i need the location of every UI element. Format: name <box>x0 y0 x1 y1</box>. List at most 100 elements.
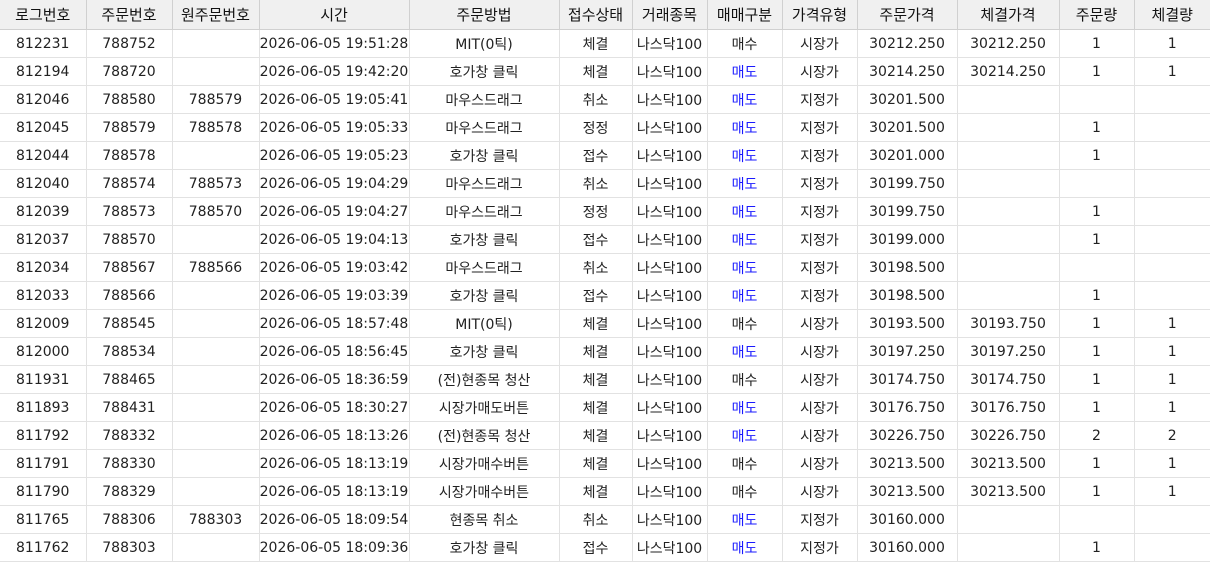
header-row: 로그번호 주문번호 원주문번호 시간 주문방법 접수상태 거래종목 매매구분 가격유형 주문가격 체… <box>0 0 1210 30</box>
column-header-side[interactable]: 매매구분 <box>707 0 783 30</box>
cell-receipt-status: 접수 <box>559 225 633 254</box>
cell-receipt-status: 취소 <box>559 169 633 198</box>
table-row[interactable]: 811762 788303 2026-06-05 18:09:36 호가창 클릭 접수 나… <box>0 533 1210 562</box>
cell-order-qty <box>1059 253 1135 282</box>
cell-order-price: 30213.500 <box>857 477 958 506</box>
column-header-fill-price[interactable]: 체결가격 <box>957 0 1060 30</box>
column-header-order-qty[interactable]: 주문량 <box>1059 0 1135 30</box>
cell-time: 2026-06-05 19:05:41 <box>259 85 410 114</box>
cell-time: 2026-06-05 19:42:20 <box>259 57 410 86</box>
cell-log-no: 812194 <box>0 57 87 86</box>
cell-order-qty <box>1059 169 1135 198</box>
cell-side: 매수 <box>707 309 783 338</box>
cell-side: 매수 <box>707 365 783 394</box>
cell-order-no: 788579 <box>86 113 173 142</box>
cell-orig-order-no <box>172 29 260 58</box>
cell-price-type: 지정가 <box>782 85 858 114</box>
table-row[interactable]: 811765 788306 788303 2026-06-05 18:09:54 현종목… <box>0 505 1210 534</box>
cell-time: 2026-06-05 18:13:19 <box>259 477 410 506</box>
table-row[interactable]: 812000 788534 2026-06-05 18:56:45 호가창 클릭 체결 나… <box>0 337 1210 366</box>
cell-orig-order-no <box>172 421 260 450</box>
cell-symbol: 나스닥100 <box>632 505 708 534</box>
cell-time: 2026-06-05 18:13:19 <box>259 449 410 478</box>
column-header-symbol[interactable]: 거래종목 <box>632 0 708 30</box>
cell-log-no: 812000 <box>0 337 87 366</box>
table-row[interactable]: 811791 788330 2026-06-05 18:13:19 시장가매수버튼 체결… <box>0 449 1210 478</box>
cell-symbol: 나스닥100 <box>632 421 708 450</box>
cell-log-no: 812040 <box>0 169 87 198</box>
cell-side: 매도 <box>707 225 783 254</box>
cell-log-no: 811792 <box>0 421 87 450</box>
table-row[interactable]: 812194 788720 2026-06-05 19:42:20 호가창 클릭 체결 나… <box>0 57 1210 86</box>
cell-order-price: 30201.500 <box>857 113 958 142</box>
cell-log-no: 812033 <box>0 281 87 310</box>
cell-order-price: 30226.750 <box>857 421 958 450</box>
cell-order-no: 788566 <box>86 281 173 310</box>
cell-orig-order-no <box>172 337 260 366</box>
cell-fill-price: 30213.500 <box>957 477 1060 506</box>
cell-symbol: 나스닥100 <box>632 169 708 198</box>
cell-order-no: 788567 <box>86 253 173 282</box>
cell-order-method: MIT(0틱) <box>409 309 560 338</box>
cell-fill-qty <box>1134 225 1210 254</box>
cell-side: 매도 <box>707 393 783 422</box>
cell-symbol: 나스닥100 <box>632 533 708 562</box>
table-row[interactable]: 811931 788465 2026-06-05 18:36:59 (전)현종목 청산… <box>0 365 1210 394</box>
column-header-order-no[interactable]: 주문번호 <box>86 0 173 30</box>
table-row[interactable]: 812033 788566 2026-06-05 19:03:39 호가창 클릭 접수 나… <box>0 281 1210 310</box>
column-header-orig-order-no[interactable]: 원주문번호 <box>172 0 260 30</box>
cell-order-qty <box>1059 505 1135 534</box>
cell-price-type: 시장가 <box>782 57 858 86</box>
column-header-order-method[interactable]: 주문방법 <box>409 0 560 30</box>
column-header-log-no[interactable]: 로그번호 <box>0 0 87 30</box>
cell-order-qty: 1 <box>1059 197 1135 226</box>
cell-price-type: 시장가 <box>782 421 858 450</box>
table-row[interactable]: 811792 788332 2026-06-05 18:13:26 (전)현종목 청산… <box>0 421 1210 450</box>
cell-price-type: 시장가 <box>782 449 858 478</box>
column-header-order-price[interactable]: 주문가격 <box>857 0 958 30</box>
cell-order-method: (전)현종목 청산 <box>409 365 560 394</box>
table-row[interactable]: 812231 788752 2026-06-05 19:51:28 MIT(0틱) 체결… <box>0 29 1210 58</box>
cell-side: 매도 <box>707 169 783 198</box>
cell-price-type: 시장가 <box>782 365 858 394</box>
table-row[interactable]: 812046 788580 788579 2026-06-05 19:05:41 마우스… <box>0 85 1210 114</box>
column-header-fill-qty[interactable]: 체결량 <box>1134 0 1210 30</box>
cell-orig-order-no: 788303 <box>172 505 260 534</box>
table-row[interactable]: 812037 788570 2026-06-05 19:04:13 호가창 클릭 접수 나… <box>0 225 1210 254</box>
column-header-price-type[interactable]: 가격유형 <box>782 0 858 30</box>
cell-order-price: 30198.500 <box>857 253 958 282</box>
table-row[interactable]: 812040 788574 788573 2026-06-05 19:04:29 마우스… <box>0 169 1210 198</box>
cell-log-no: 811893 <box>0 393 87 422</box>
table-row[interactable]: 812039 788573 788570 2026-06-05 19:04:27 마우스… <box>0 197 1210 226</box>
cell-fill-price <box>957 85 1060 114</box>
table-row[interactable]: 812034 788567 788566 2026-06-05 19:03:42 마우스… <box>0 253 1210 282</box>
cell-receipt-status: 취소 <box>559 505 633 534</box>
cell-fill-price <box>957 533 1060 562</box>
cell-orig-order-no <box>172 477 260 506</box>
cell-order-method: 호가창 클릭 <box>409 337 560 366</box>
cell-order-method: 시장가매도버튼 <box>409 393 560 422</box>
cell-fill-price: 30213.500 <box>957 449 1060 478</box>
column-header-time[interactable]: 시간 <box>259 0 410 30</box>
cell-order-method: 시장가매수버튼 <box>409 477 560 506</box>
cell-side: 매수 <box>707 477 783 506</box>
cell-order-method: 호가창 클릭 <box>409 141 560 170</box>
cell-time: 2026-06-05 19:04:27 <box>259 197 410 226</box>
cell-receipt-status: 체결 <box>559 421 633 450</box>
cell-fill-price: 30214.250 <box>957 57 1060 86</box>
cell-symbol: 나스닥100 <box>632 337 708 366</box>
table-row[interactable]: 812045 788579 788578 2026-06-05 19:05:33 마우스… <box>0 113 1210 142</box>
table-row[interactable]: 811790 788329 2026-06-05 18:13:19 시장가매수버튼 체결… <box>0 477 1210 506</box>
cell-price-type: 지정가 <box>782 141 858 170</box>
cell-price-type: 시장가 <box>782 309 858 338</box>
cell-time: 2026-06-05 19:51:28 <box>259 29 410 58</box>
column-header-receipt-status[interactable]: 접수상태 <box>559 0 633 30</box>
cell-receipt-status: 취소 <box>559 85 633 114</box>
table-row[interactable]: 811893 788431 2026-06-05 18:30:27 시장가매도버튼 체결… <box>0 393 1210 422</box>
cell-fill-qty <box>1134 141 1210 170</box>
table-row[interactable]: 812044 788578 2026-06-05 19:05:23 호가창 클릭 접수 나… <box>0 141 1210 170</box>
cell-order-qty: 1 <box>1059 57 1135 86</box>
cell-symbol: 나스닥100 <box>632 309 708 338</box>
table-row[interactable]: 812009 788545 2026-06-05 18:57:48 MIT(0틱) 체결… <box>0 309 1210 338</box>
cell-symbol: 나스닥100 <box>632 281 708 310</box>
